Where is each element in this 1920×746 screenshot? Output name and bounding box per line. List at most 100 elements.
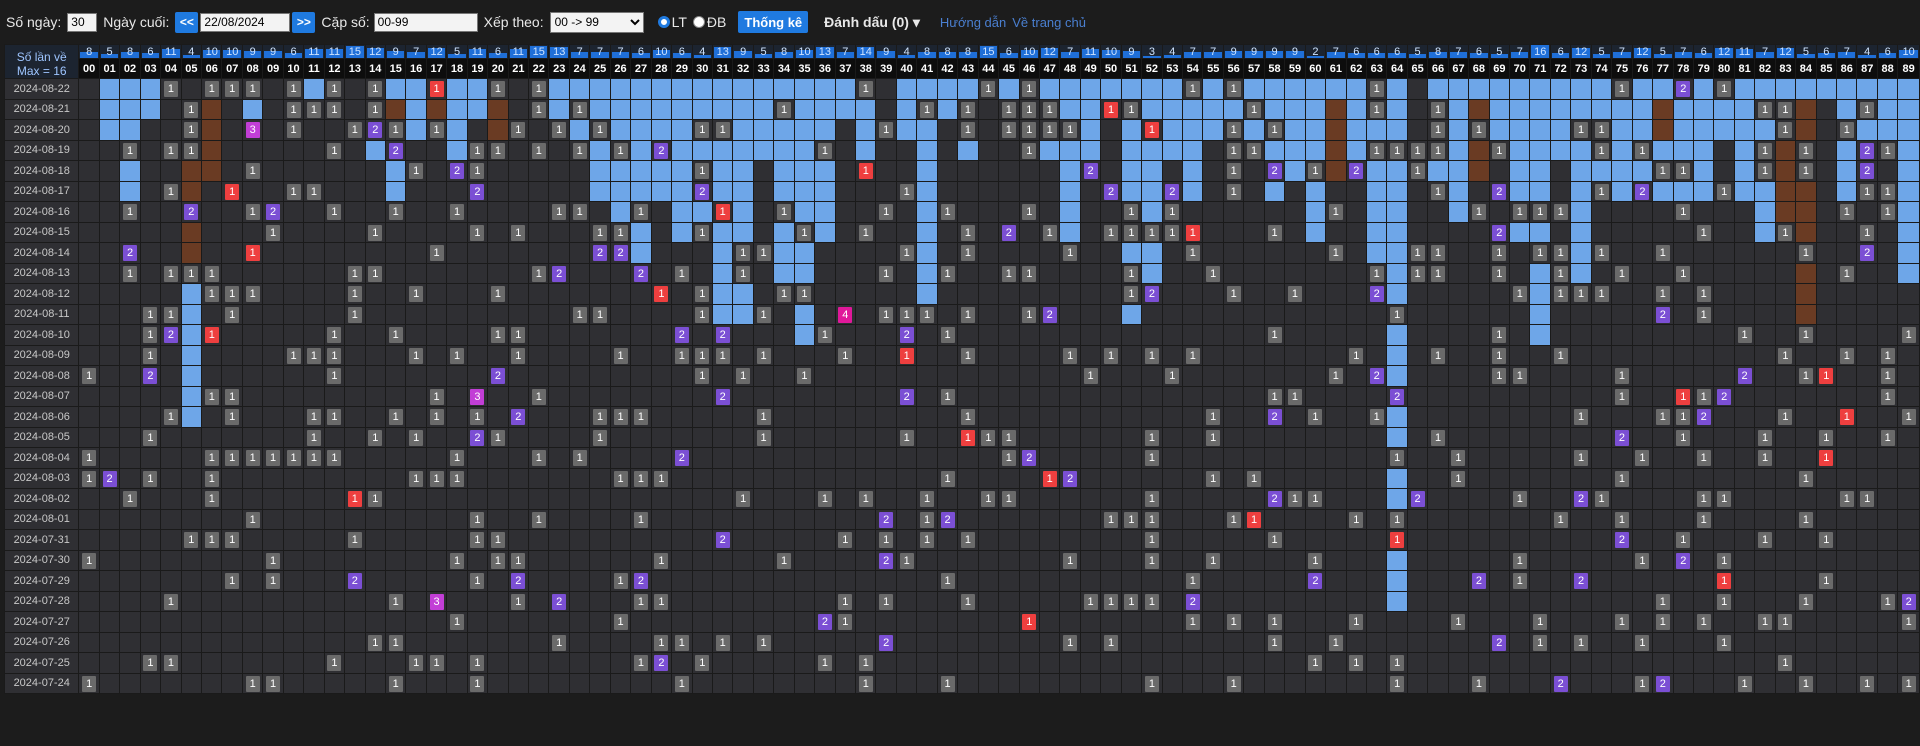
hit-cell[interactable] [977,303,1000,325]
hit-cell[interactable] [1549,447,1572,469]
hit-cell[interactable] [487,631,509,653]
hit-cell[interactable] [895,119,918,141]
hit-cell[interactable] [1692,180,1715,202]
hit-cell[interactable]: 2 [1059,467,1081,489]
hit-cell[interactable] [1427,221,1449,243]
hit-cell[interactable] [977,262,1000,284]
hit-cell[interactable] [1468,283,1490,305]
hit-cell[interactable]: 1 [507,221,530,243]
hit-cell[interactable] [1897,447,1920,469]
hit-cell[interactable] [1488,611,1511,633]
hit-cell[interactable] [916,467,938,489]
hit-cell[interactable] [1468,590,1490,612]
hit-cell[interactable] [1222,549,1245,571]
hit-cell[interactable] [895,221,918,243]
hit-cell[interactable] [1141,652,1163,674]
hit-cell[interactable] [1774,549,1797,571]
hit-cell[interactable] [1795,283,1817,305]
hit-cell[interactable]: 1 [916,508,938,530]
hit-cell[interactable] [650,78,673,100]
hit-cell[interactable] [139,570,162,592]
hit-cell[interactable] [609,324,632,346]
hit-cell[interactable] [589,631,611,653]
hit-cell[interactable] [241,652,264,674]
hit-cell[interactable] [773,631,795,653]
hit-cell[interactable] [1182,201,1204,223]
hit-cell[interactable] [732,385,754,407]
hit-cell[interactable] [895,570,918,592]
hit-cell[interactable] [895,631,918,653]
hit-cell[interactable] [1590,611,1613,633]
hit-cell[interactable] [1345,119,1367,141]
hit-cell[interactable] [1263,549,1286,571]
hit-cell[interactable] [936,221,959,243]
hit-cell[interactable] [1038,570,1061,592]
hit-cell[interactable] [1897,78,1920,100]
hit-cell[interactable] [139,529,162,551]
hit-cell[interactable] [1222,365,1245,387]
hit-cell[interactable] [1018,242,1040,264]
hit-cell[interactable]: 1 [793,283,816,305]
hit-cell[interactable] [1304,242,1327,264]
hit-cell[interactable] [262,488,284,510]
hit-cell[interactable] [1509,242,1531,264]
hit-cell[interactable]: 1 [282,78,305,100]
hit-cell[interactable]: 1 [1590,119,1613,141]
hit-cell[interactable] [1795,119,1817,141]
hit-cell[interactable] [752,590,775,612]
hit-cell[interactable] [221,611,243,633]
hit-cell[interactable]: 1 [119,262,141,284]
hit-cell[interactable] [1345,180,1367,202]
hit-cell[interactable]: 1 [323,344,346,366]
hit-cell[interactable] [1406,406,1429,428]
hit-cell[interactable] [630,119,652,141]
hit-cell[interactable] [1365,529,1388,551]
hit-cell[interactable]: 1 [589,426,611,448]
hit-cell[interactable] [1876,242,1899,264]
hit-cell[interactable] [1876,119,1899,141]
hit-cell[interactable] [1079,529,1102,551]
hit-cell[interactable]: 1 [1038,98,1061,120]
number-header[interactable]: 51 [1120,58,1143,79]
hit-cell[interactable] [201,570,223,592]
hit-cell[interactable] [241,631,264,653]
hit-cell[interactable]: 1 [1795,467,1817,489]
hit-cell[interactable] [1304,365,1327,387]
hit-cell[interactable] [1713,221,1735,243]
hit-cell[interactable] [221,590,243,612]
hit-cell[interactable] [466,78,489,100]
hit-cell[interactable] [977,549,1000,571]
hit-cell[interactable] [834,242,857,264]
hit-cell[interactable] [855,508,877,530]
hit-cell[interactable]: 1 [1386,139,1408,161]
hit-cell[interactable] [1161,160,1184,182]
hit-cell[interactable] [1079,385,1102,407]
hit-cell[interactable] [98,283,121,305]
hit-cell[interactable] [1222,631,1245,653]
hit-cell[interactable] [303,160,325,182]
hit-cell[interactable]: 1 [78,549,100,571]
hit-cell[interactable] [834,426,857,448]
hit-cell[interactable] [1100,447,1122,469]
hit-cell[interactable]: 1 [1836,344,1858,366]
hit-cell[interactable] [548,529,570,551]
hit-cell[interactable] [895,529,918,551]
hit-cell[interactable] [855,385,877,407]
hit-cell[interactable] [201,672,223,694]
hit-cell[interactable] [425,611,448,633]
hit-cell[interactable] [998,590,1020,612]
hit-cell[interactable] [998,529,1020,551]
hit-cell[interactable]: 1 [160,590,182,612]
number-header[interactable]: 55 [1202,58,1224,79]
hit-cell[interactable] [303,570,325,592]
hit-cell[interactable]: 1 [1406,160,1429,182]
hit-cell[interactable] [977,365,1000,387]
hit-cell[interactable]: 1 [384,201,407,223]
hit-cell[interactable] [119,303,141,325]
hit-cell[interactable]: 1 [1897,672,1920,694]
hit-cell[interactable] [1141,242,1163,264]
hit-cell[interactable] [1795,488,1817,510]
hit-cell[interactable] [1509,78,1531,100]
hit-cell[interactable] [221,98,243,120]
hit-cell[interactable] [507,242,530,264]
